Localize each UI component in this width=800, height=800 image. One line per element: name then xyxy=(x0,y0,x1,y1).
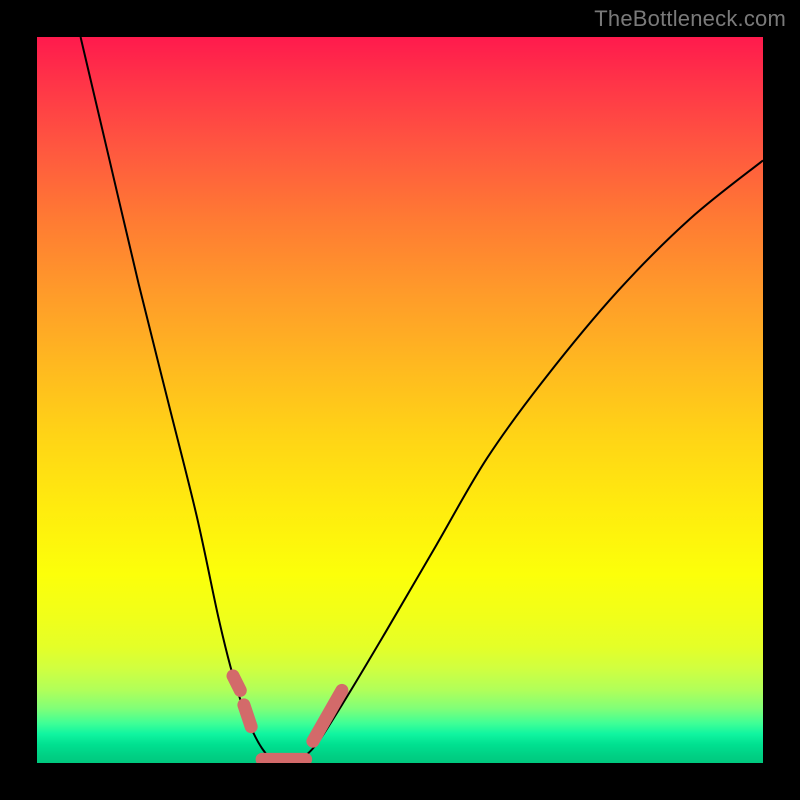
watermark-text: TheBottleneck.com xyxy=(594,6,786,32)
plot-area xyxy=(37,37,763,763)
curve-layer xyxy=(37,37,763,763)
chart-frame: TheBottleneck.com xyxy=(0,0,800,800)
bottleneck-curve xyxy=(81,37,763,763)
optimal-zone-markers xyxy=(233,676,342,759)
